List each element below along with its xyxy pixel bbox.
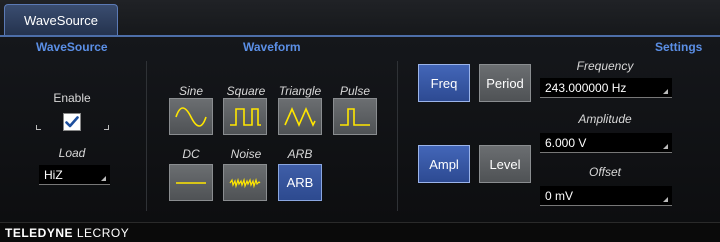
noise-label: Noise	[230, 147, 262, 161]
brand-teledyne: TELEDYNE	[5, 225, 74, 240]
sine-button[interactable]	[169, 98, 213, 135]
sine-label: Sine	[178, 84, 204, 98]
offset-field[interactable]: 0 mV	[540, 186, 672, 206]
focus-corner	[36, 125, 41, 130]
divider	[146, 61, 147, 211]
brand-lecroy: LECROY	[73, 225, 130, 240]
pulse-button[interactable]	[333, 98, 377, 135]
amplitude-value: 6.000 V	[545, 135, 587, 150]
dropdown-arrow-icon	[101, 176, 106, 181]
amplitude-label: Amplitude	[578, 112, 632, 126]
square-wave-icon	[230, 107, 261, 126]
dc-label: DC	[182, 147, 200, 161]
section-header-waveform: Waveform	[243, 40, 301, 54]
period-button[interactable]: Period	[479, 64, 531, 102]
freq-button[interactable]: Freq	[418, 64, 470, 102]
period-button-label: Period	[486, 75, 524, 91]
ampl-button[interactable]: Ampl	[418, 145, 470, 183]
square-button[interactable]	[223, 98, 267, 135]
freq-button-label: Freq	[430, 75, 458, 91]
load-value: HiZ	[44, 167, 63, 182]
tab-wavesource[interactable]: WaveSource	[4, 4, 118, 36]
arb-button[interactable]: ARB	[278, 164, 322, 201]
section-header-settings: Settings	[655, 40, 703, 54]
load-label: Load	[58, 146, 86, 160]
enable-checkbox[interactable]	[63, 113, 81, 131]
offset-value: 0 mV	[545, 188, 574, 203]
level-button[interactable]: Level	[479, 145, 531, 183]
dropdown-arrow-icon	[663, 197, 668, 202]
arb-label: ARB	[287, 147, 313, 161]
noise-wave-icon	[229, 177, 261, 188]
dropdown-arrow-icon	[663, 144, 668, 149]
frequency-label: Frequency	[576, 59, 634, 73]
triangle-label: Triangle	[278, 84, 322, 98]
arb-button-label: ARB	[286, 175, 314, 190]
enable-label: Enable	[53, 91, 91, 105]
divider	[397, 61, 398, 211]
section-header-wavesource: WaveSource	[36, 40, 108, 54]
dc-line-icon	[176, 181, 206, 184]
dc-button[interactable]	[169, 164, 213, 201]
square-label: Square	[226, 84, 266, 98]
frequency-field[interactable]: 243.000000 Hz	[540, 78, 672, 98]
wavesource-panel: WaveSource Waveform Settings Enable Load…	[0, 37, 720, 222]
triangle-wave-icon	[284, 106, 316, 127]
pulse-wave-icon	[340, 107, 370, 126]
triangle-button[interactable]	[278, 98, 322, 135]
focus-corner	[104, 125, 109, 130]
brand-footer: TELEDYNE LECROY	[0, 222, 720, 242]
ampl-button-label: Ampl	[429, 156, 459, 172]
checkmark-icon	[65, 116, 79, 128]
level-button-label: Level	[489, 156, 521, 172]
load-dropdown[interactable]: HiZ	[39, 165, 110, 185]
frequency-value: 243.000000 Hz	[545, 80, 627, 95]
noise-button[interactable]	[223, 164, 267, 201]
offset-label: Offset	[588, 165, 621, 179]
tab-bar: WaveSource	[0, 0, 720, 36]
dropdown-arrow-icon	[663, 89, 668, 94]
sine-wave-icon	[175, 106, 207, 127]
amplitude-field[interactable]: 6.000 V	[540, 133, 672, 153]
pulse-label: Pulse	[339, 84, 371, 98]
